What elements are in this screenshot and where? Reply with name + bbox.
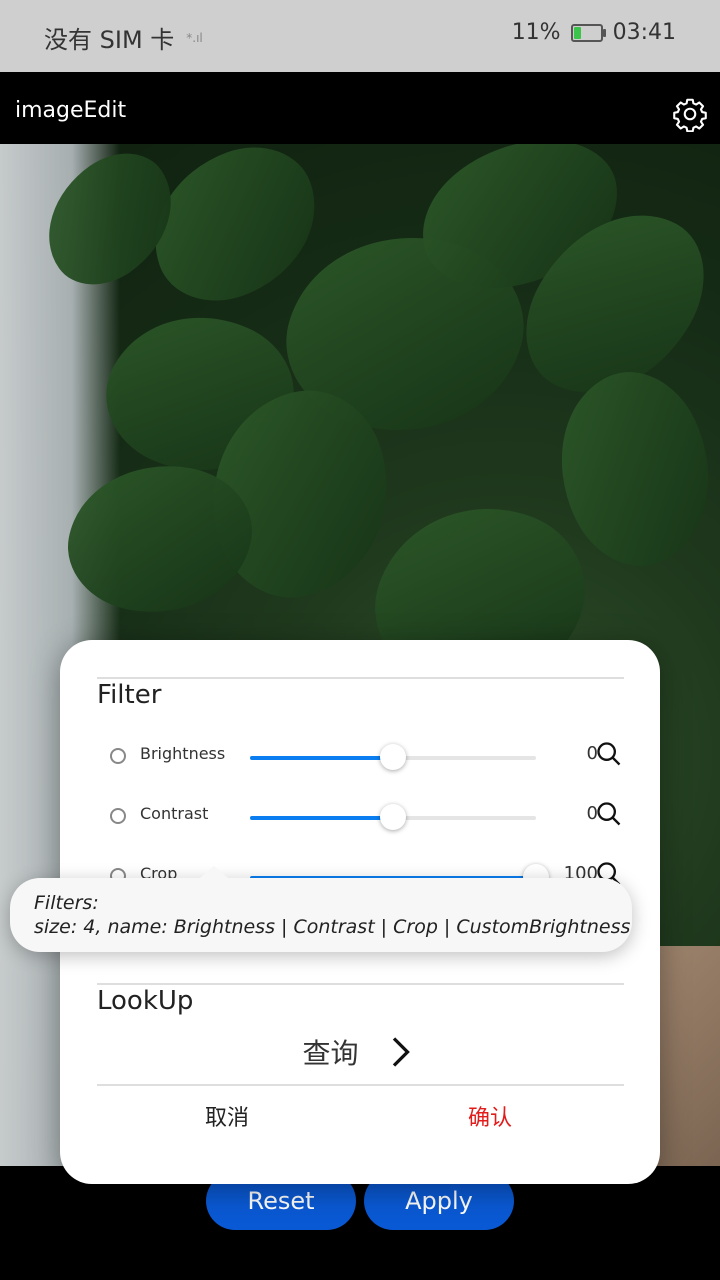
status-right: 11% 03:41 [512, 20, 676, 45]
contrast-search-icon[interactable] [595, 800, 623, 828]
filter-row-contrast: Contrast 0 [100, 798, 630, 838]
cancel-button[interactable]: 取消 [205, 1100, 249, 1132]
contrast-label: Contrast [140, 804, 209, 823]
status-left: 没有 SIM 卡 *.ıl [44, 20, 203, 55]
lookup-title: LookUp [97, 986, 194, 1016]
tooltip-line-1: Filters: [34, 892, 99, 914]
filter-row-brightness: Brightness 0 [100, 738, 630, 778]
tooltip-arrow [200, 866, 228, 878]
brightness-value: 0 [586, 743, 598, 764]
lookup-row[interactable]: 查询 [60, 1032, 660, 1072]
signal-icon: *.ıl [186, 30, 203, 45]
brightness-slider[interactable] [250, 744, 536, 770]
contrast-slider-thumb[interactable] [380, 804, 406, 830]
carrier-text: 没有 SIM 卡 [44, 26, 175, 54]
battery-text: 11% [511, 20, 561, 45]
settings-gear-icon[interactable] [672, 96, 708, 132]
app-bar: imageEdit [0, 72, 720, 144]
contrast-slider[interactable] [250, 804, 536, 830]
brightness-radio[interactable] [110, 748, 126, 764]
brightness-search-icon[interactable] [595, 740, 623, 768]
battery-icon [570, 23, 606, 42]
app-title: imageEdit [15, 98, 127, 123]
chevron-right-icon [392, 1037, 410, 1067]
brightness-slider-thumb[interactable] [380, 744, 406, 770]
divider [97, 677, 624, 679]
tooltip-line-2: size: 4, name: Brightness | Contrast | C… [34, 916, 631, 938]
confirm-button[interactable]: 确认 [468, 1100, 512, 1132]
filters-tooltip: Filters: size: 4, name: Brightness | Con… [10, 866, 632, 952]
status-bar: 没有 SIM 卡 *.ıl 11% 03:41 [0, 0, 720, 72]
divider [97, 983, 624, 985]
time-text: 03:41 [612, 20, 676, 45]
filter-title: Filter [97, 680, 162, 710]
contrast-value: 0 [586, 803, 598, 824]
lookup-label: 查询 [302, 1037, 359, 1070]
divider [97, 1084, 624, 1086]
contrast-radio[interactable] [110, 808, 126, 824]
brightness-label: Brightness [140, 744, 226, 763]
